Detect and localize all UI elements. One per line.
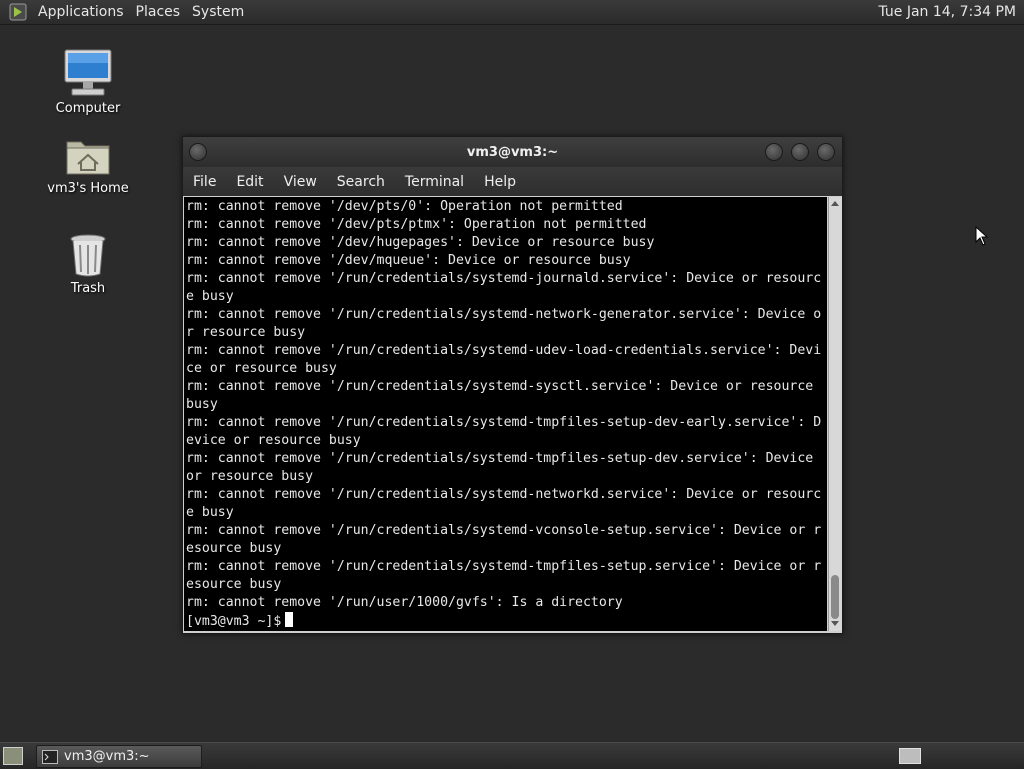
- terminal-output[interactable]: rm: cannot remove '/dev/pts/0': Operatio…: [184, 197, 827, 631]
- terminal-line: rm: cannot remove '/run/credentials/syst…: [186, 415, 822, 430]
- desktop-icon-label: Trash: [70, 281, 106, 296]
- terminal-line: rm: cannot remove '/dev/pts/0': Operatio…: [186, 199, 623, 214]
- distro-logo-icon[interactable]: [8, 3, 28, 21]
- terminal-menubar: File Edit View Search Terminal Help: [183, 167, 842, 196]
- terminal-line: rm: cannot remove '/run/credentials/syst…: [186, 271, 822, 286]
- terminal-line: rm: cannot remove '/dev/hugepages': Devi…: [186, 235, 655, 250]
- maximize-button[interactable]: [791, 143, 809, 161]
- terminal-line: rm: cannot remove '/run/credentials/syst…: [186, 379, 814, 394]
- applications-menu[interactable]: Applications: [34, 4, 132, 20]
- menu-help[interactable]: Help: [474, 174, 526, 190]
- terminal-line: evice or resource busy: [186, 433, 361, 448]
- scrollbar-thumb[interactable]: [831, 575, 839, 619]
- trash-icon: [70, 234, 106, 277]
- terminal-line: rm: cannot remove '/run/credentials/syst…: [186, 487, 822, 502]
- menu-terminal[interactable]: Terminal: [395, 174, 474, 190]
- desktop-icon-label: vm3's Home: [47, 181, 129, 196]
- top-panel: Applications Places System Tue Jan 14, 7…: [0, 0, 1024, 25]
- close-button[interactable]: [817, 143, 835, 161]
- terminal-line: rm: cannot remove '/run/credentials/syst…: [186, 523, 822, 538]
- window-title: vm3@vm3:~: [466, 144, 559, 160]
- scroll-up-arrow-icon[interactable]: [831, 201, 839, 206]
- terminal-line: rm: cannot remove '/run/credentials/syst…: [186, 343, 822, 358]
- terminal-line: esource busy: [186, 577, 282, 592]
- show-desktop-icon[interactable]: [3, 747, 23, 765]
- window-titlebar[interactable]: vm3@vm3:~: [183, 137, 842, 167]
- text-cursor: [285, 612, 294, 627]
- home-folder-icon: [66, 141, 110, 175]
- desktop-icon-label: Computer: [55, 101, 121, 116]
- terminal-line: rm: cannot remove '/run/credentials/syst…: [186, 307, 822, 322]
- terminal-line: rm: cannot remove '/run/credentials/syst…: [186, 451, 814, 466]
- terminal-line: or resource busy: [186, 469, 314, 484]
- terminal-line: ce or resource busy: [186, 361, 337, 376]
- terminal-line: rm: cannot remove '/dev/pts/ptmx': Opera…: [186, 217, 647, 232]
- scroll-down-arrow-icon[interactable]: [831, 621, 839, 626]
- terminal-lines: rm: cannot remove '/dev/pts/0': Operatio…: [186, 199, 821, 610]
- taskbar-item-label: vm3@vm3:~: [64, 749, 150, 764]
- system-menu[interactable]: System: [188, 4, 252, 20]
- desktop-icon-computer[interactable]: Computer: [38, 44, 138, 116]
- places-menu[interactable]: Places: [132, 4, 189, 20]
- minimize-button[interactable]: [765, 143, 783, 161]
- terminal-line: esource busy: [186, 541, 282, 556]
- shell-prompt: [vm3@vm3 ~]$: [186, 614, 282, 629]
- menu-file[interactable]: File: [183, 174, 226, 190]
- terminal-icon: [42, 749, 58, 764]
- menu-edit[interactable]: Edit: [226, 174, 273, 190]
- computer-icon: [64, 49, 112, 96]
- bottom-panel: vm3@vm3:~: [0, 742, 1024, 769]
- workspace-switcher[interactable]: [899, 748, 921, 764]
- terminal-line: r resource busy: [186, 325, 306, 340]
- terminal-line: rm: cannot remove '/run/user/1000/gvfs':…: [186, 595, 623, 610]
- terminal-window[interactable]: vm3@vm3:~ File Edit View Search Terminal…: [182, 136, 843, 634]
- menu-search[interactable]: Search: [327, 174, 395, 190]
- desktop-icon-trash[interactable]: Trash: [38, 224, 138, 296]
- terminal-text: rm: cannot remove '/dev/pts/0': Operatio…: [184, 197, 827, 631]
- terminal-scrollbar[interactable]: [828, 197, 842, 631]
- window-menu-button[interactable]: [189, 143, 207, 161]
- terminal-line: e busy: [186, 289, 234, 304]
- taskbar-item-terminal[interactable]: vm3@vm3:~: [36, 745, 202, 768]
- terminal-line: rm: cannot remove '/run/credentials/syst…: [186, 559, 822, 574]
- mouse-pointer-icon: [975, 226, 989, 246]
- terminal-line: e busy: [186, 505, 234, 520]
- desktop-icon-home[interactable]: vm3's Home: [38, 124, 138, 196]
- terminal-line: rm: cannot remove '/dev/mqueue': Device …: [186, 253, 631, 268]
- menu-view[interactable]: View: [274, 174, 327, 190]
- terminal-line: busy: [186, 397, 218, 412]
- clock[interactable]: Tue Jan 14, 7:34 PM: [878, 4, 1016, 20]
